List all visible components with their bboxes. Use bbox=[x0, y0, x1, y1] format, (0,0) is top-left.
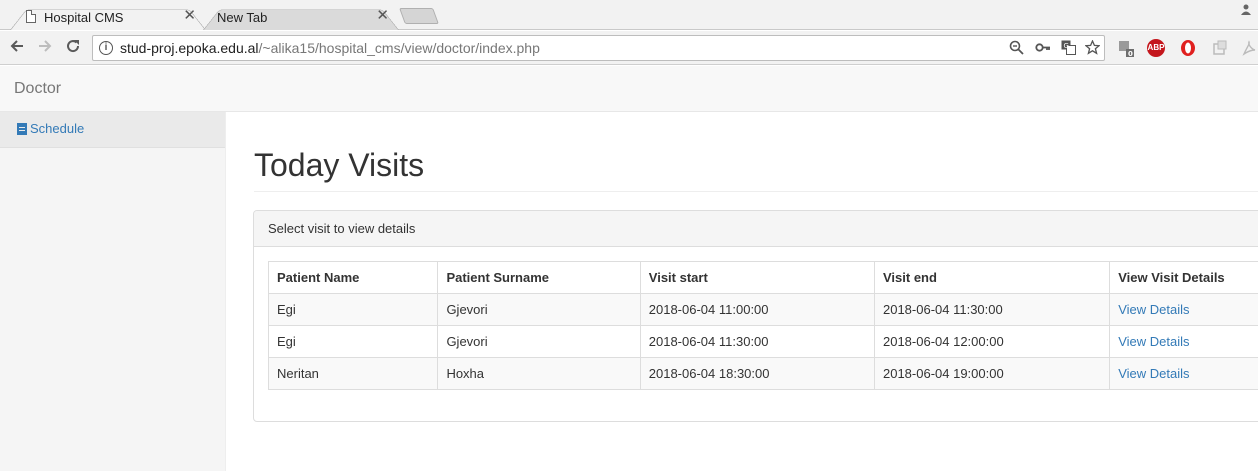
visit-end-cell: 2018-06-04 11:30:00 bbox=[873, 293, 1111, 326]
table-header-row: Patient Name Patient Surname Visit start… bbox=[267, 261, 1258, 294]
sidebar-item-label: Schedule bbox=[30, 121, 85, 136]
visits-table: Patient Name Patient Surname Visit start… bbox=[267, 261, 1258, 390]
visit-start-cell: 2018-06-04 11:00:00 bbox=[639, 293, 875, 326]
key-icon[interactable] bbox=[1035, 40, 1051, 58]
details-cell: View Details bbox=[1109, 357, 1258, 390]
column-header: Patient Name bbox=[267, 261, 439, 294]
table-row[interactable]: Egi Gjevori 2018-06-04 11:30:00 2018-06-… bbox=[267, 325, 1258, 358]
app-navbar: Doctor bbox=[0, 66, 1258, 112]
brand-title[interactable]: Doctor bbox=[14, 80, 61, 98]
opera-icon[interactable] bbox=[1179, 39, 1197, 57]
sidebar: Schedule bbox=[0, 112, 226, 471]
svg-text:G: G bbox=[1064, 42, 1069, 50]
tab-new-tab[interactable]: New Tab ✕ bbox=[203, 4, 399, 30]
sidebar-item-schedule[interactable]: Schedule bbox=[0, 112, 225, 148]
star-icon[interactable] bbox=[1084, 39, 1101, 58]
visit-start-cell: 2018-06-04 11:30:00 bbox=[639, 325, 875, 358]
view-details-link[interactable]: View Details bbox=[1118, 334, 1189, 349]
table-row[interactable]: Neritan Hoxha 2018-06-04 18:30:00 2018-0… bbox=[267, 357, 1258, 390]
adblock-icon[interactable]: ABP bbox=[1147, 39, 1165, 57]
details-cell: View Details bbox=[1109, 325, 1258, 358]
column-header: Visit start bbox=[639, 261, 875, 294]
patient-name-cell: Neritan bbox=[267, 357, 439, 390]
browser-toolbar: i stud-proj.epoka.edu.al/~alika15/hospit… bbox=[0, 31, 1258, 65]
panel-heading-text: Select visit to view details bbox=[268, 221, 416, 236]
column-header: Patient Surname bbox=[437, 261, 641, 294]
page-title: Today Visits bbox=[254, 147, 425, 183]
view-details-link[interactable]: View Details bbox=[1118, 366, 1189, 381]
zoom-icon[interactable] bbox=[1009, 40, 1024, 58]
translate-icon[interactable]: G bbox=[1061, 40, 1076, 58]
patient-name-cell: Egi bbox=[267, 293, 439, 326]
forward-arrow-icon[interactable] bbox=[34, 37, 56, 59]
column-header: View Visit Details bbox=[1109, 261, 1258, 294]
visit-end-cell: 2018-06-04 12:00:00 bbox=[873, 325, 1111, 358]
tab-title: Hospital CMS bbox=[44, 10, 124, 25]
profile-icon[interactable] bbox=[1240, 3, 1254, 17]
patient-name-cell: Egi bbox=[267, 325, 439, 358]
reload-icon[interactable] bbox=[62, 37, 84, 59]
tab-hospital-cms[interactable]: Hospital CMS ✕ bbox=[10, 4, 206, 30]
close-tab-icon[interactable]: ✕ bbox=[183, 8, 196, 24]
url-text: stud-proj.epoka.edu.al/~alika15/hospital… bbox=[120, 40, 540, 56]
patient-surname-cell: Gjevori bbox=[437, 293, 641, 326]
visit-end-cell: 2018-06-04 19:00:00 bbox=[873, 357, 1111, 390]
back-arrow-icon[interactable] bbox=[6, 37, 28, 59]
visit-start-cell: 2018-06-04 18:30:00 bbox=[639, 357, 875, 390]
new-tab-button[interactable] bbox=[399, 8, 439, 24]
table-row[interactable]: Egi Gjevori 2018-06-04 11:00:00 2018-06-… bbox=[267, 293, 1258, 326]
tab-title: New Tab bbox=[217, 10, 268, 25]
address-bar[interactable]: i stud-proj.epoka.edu.al/~alika15/hospit… bbox=[92, 35, 1105, 61]
close-tab-icon[interactable]: ✕ bbox=[376, 8, 389, 24]
page-header: Today Visits bbox=[254, 146, 1258, 192]
visits-panel: Select visit to view details Patient Nam… bbox=[253, 210, 1258, 422]
details-cell: View Details bbox=[1109, 293, 1258, 326]
column-header: Visit end bbox=[873, 261, 1111, 294]
patient-surname-cell: Hoxha bbox=[437, 357, 641, 390]
puzzle-extension-icon[interactable]: 0 bbox=[1117, 39, 1135, 58]
svg-text:0: 0 bbox=[1128, 50, 1133, 57]
patient-surname-cell: Gjevori bbox=[437, 325, 641, 358]
pdf-extension-icon[interactable] bbox=[1240, 39, 1258, 57]
info-icon[interactable]: i bbox=[99, 41, 113, 55]
browser-tabstrip: Hospital CMS ✕ New Tab ✕ bbox=[0, 0, 1258, 30]
page-icon bbox=[26, 10, 36, 23]
view-details-link[interactable]: View Details bbox=[1118, 302, 1189, 317]
file-icon bbox=[17, 123, 27, 135]
panel-heading: Select visit to view details bbox=[254, 211, 1258, 247]
extension-icon[interactable] bbox=[1211, 39, 1229, 57]
